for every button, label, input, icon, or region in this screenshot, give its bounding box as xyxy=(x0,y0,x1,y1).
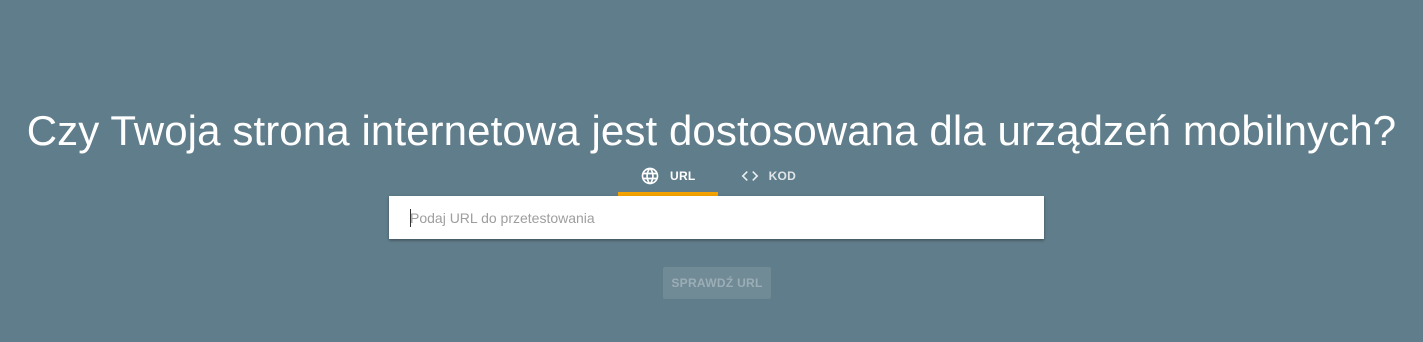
url-input-card xyxy=(389,196,1044,239)
tab-url[interactable]: URL xyxy=(618,156,718,196)
globe-icon xyxy=(640,166,660,186)
text-cursor xyxy=(410,209,411,227)
input-mode-tabs: URL KOD xyxy=(618,156,818,196)
tab-code[interactable]: KOD xyxy=(718,156,819,196)
url-input[interactable] xyxy=(389,196,1044,239)
code-brackets-icon xyxy=(740,166,760,186)
tab-url-label: URL xyxy=(670,169,696,183)
page-headline: Czy Twoja strona internetowa jest dostos… xyxy=(26,107,1397,155)
check-url-button[interactable]: SPRAWDŹ URL xyxy=(663,267,771,299)
tab-code-label: KOD xyxy=(768,169,797,183)
